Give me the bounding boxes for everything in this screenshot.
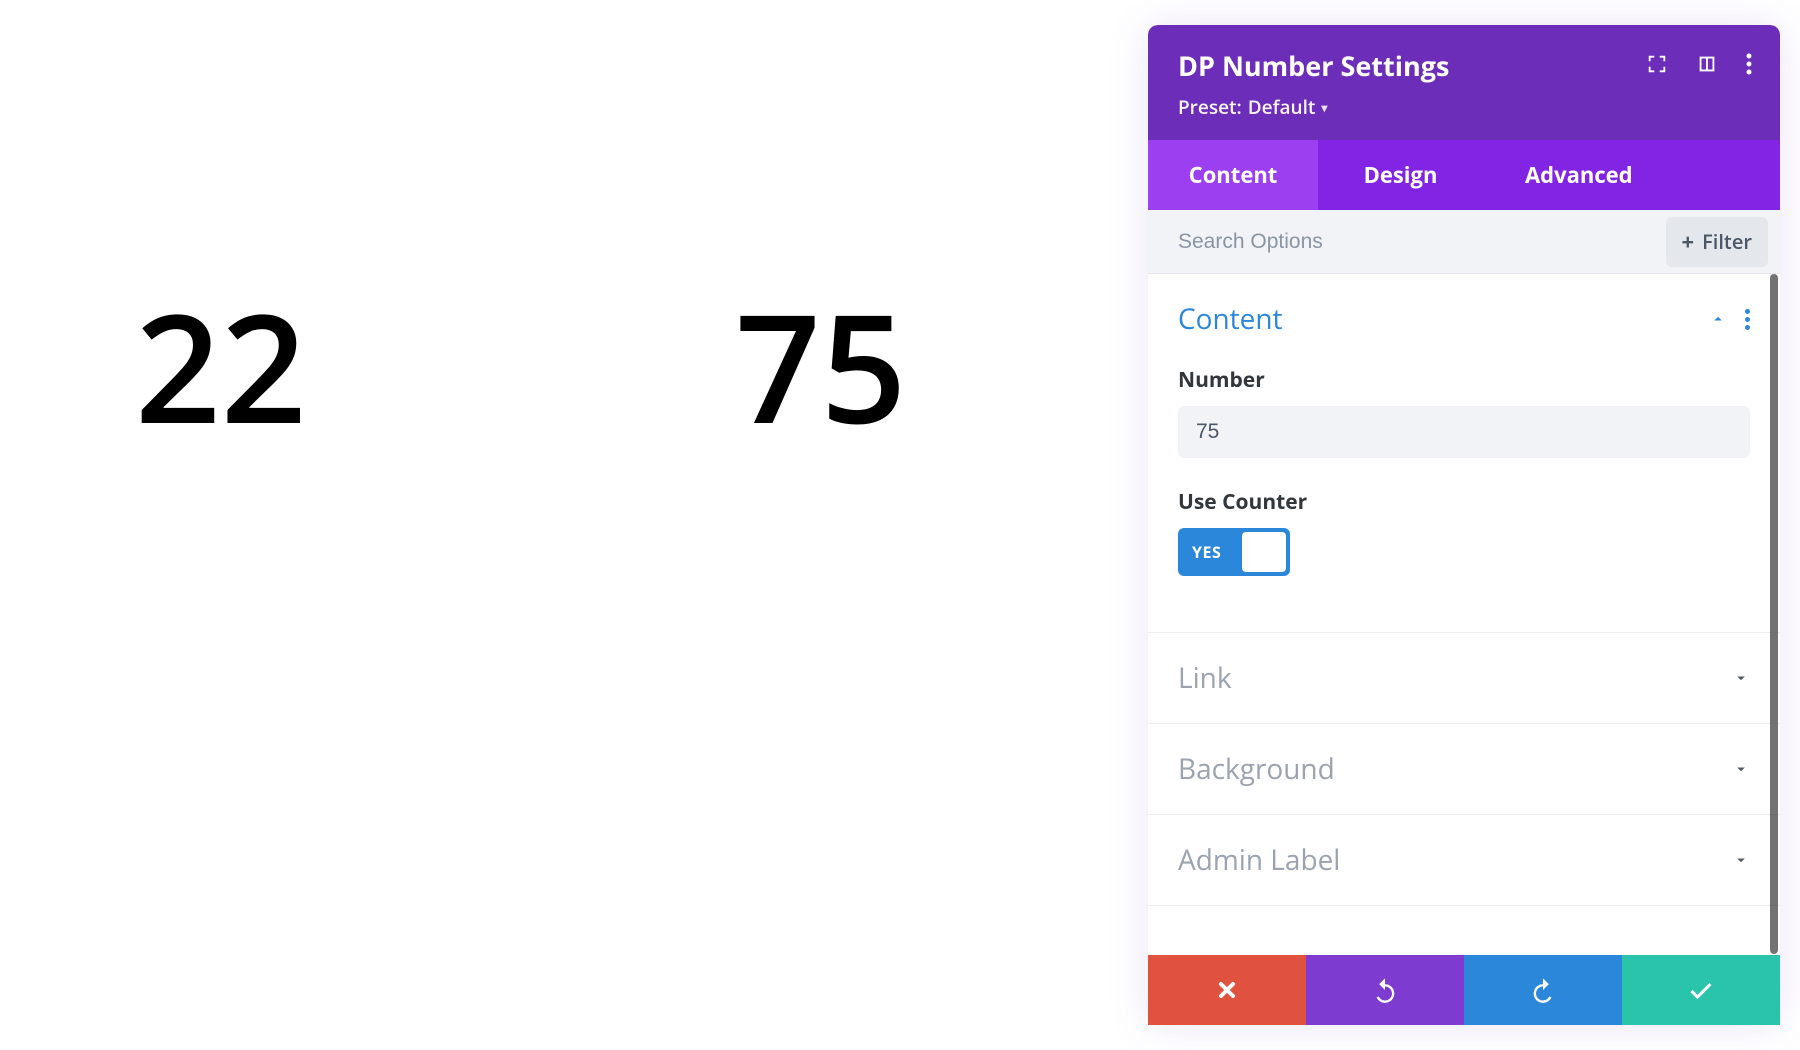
redo-button[interactable] [1464,955,1622,1025]
undo-button[interactable] [1306,955,1464,1025]
section-content-header[interactable]: Content [1178,300,1750,338]
toggle-knob [1242,532,1286,572]
chevron-down-icon [1732,851,1750,869]
section-background-title: Background [1178,750,1335,788]
expand-icon[interactable] [1646,53,1668,80]
section-link-header[interactable]: Link [1178,659,1750,697]
panel-body: Content Number Use Counter YES [1148,274,1780,955]
section-options-icon[interactable] [1745,309,1750,330]
tab-design[interactable]: Design [1318,140,1483,210]
preset-prefix: Preset: [1178,94,1242,120]
section-background: Background [1148,724,1780,815]
snap-icon[interactable] [1696,53,1718,80]
cancel-button[interactable] [1148,955,1306,1025]
plus-icon: + [1682,227,1695,257]
number-label: Number [1178,366,1750,394]
scrollbar[interactable] [1770,274,1778,954]
chevron-down-icon [1732,760,1750,778]
field-number: Number [1178,366,1750,458]
toggle-yes-label: YES [1192,541,1221,563]
use-counter-toggle[interactable]: YES [1178,528,1290,576]
chevron-down-icon [1732,669,1750,687]
preset-value: Default [1248,94,1316,120]
undo-icon [1371,976,1399,1004]
tab-advanced[interactable]: Advanced [1483,140,1780,210]
redo-icon [1529,976,1557,1004]
close-icon [1215,978,1239,1002]
section-link-title: Link [1178,659,1232,697]
settings-panel: DP Number Settings Preset: Default ▾ Con… [1148,25,1780,1025]
field-use-counter: Use Counter YES [1178,488,1750,576]
filter-button[interactable]: + Filter [1666,217,1768,267]
canvas-number-1: 22 [135,290,307,440]
tabs: Content Design Advanced [1148,140,1780,210]
preset-selector[interactable]: Preset: Default ▾ [1178,94,1449,120]
tab-content[interactable]: Content [1148,140,1318,210]
section-background-header[interactable]: Background [1178,750,1750,788]
section-admin-label: Admin Label [1148,815,1780,906]
chevron-up-icon [1709,310,1727,328]
panel-footer [1148,955,1780,1025]
section-admin-label-title: Admin Label [1178,841,1340,879]
section-link: Link [1148,633,1780,724]
save-button[interactable] [1622,955,1780,1025]
section-admin-label-header[interactable]: Admin Label [1178,841,1750,879]
panel-header: DP Number Settings Preset: Default ▾ [1148,25,1780,140]
search-input[interactable] [1178,230,1666,254]
number-input[interactable] [1178,406,1750,458]
panel-title: DP Number Settings [1178,47,1449,84]
section-content-title: Content [1178,300,1283,338]
chevron-down-icon: ▾ [1321,99,1327,116]
search-row: + Filter [1148,210,1780,274]
filter-label: Filter [1702,228,1752,255]
section-content: Content Number Use Counter YES [1148,274,1780,633]
use-counter-label: Use Counter [1178,488,1750,516]
check-icon [1687,976,1715,1004]
more-icon[interactable] [1746,53,1752,80]
canvas-number-2: 75 [735,290,907,440]
